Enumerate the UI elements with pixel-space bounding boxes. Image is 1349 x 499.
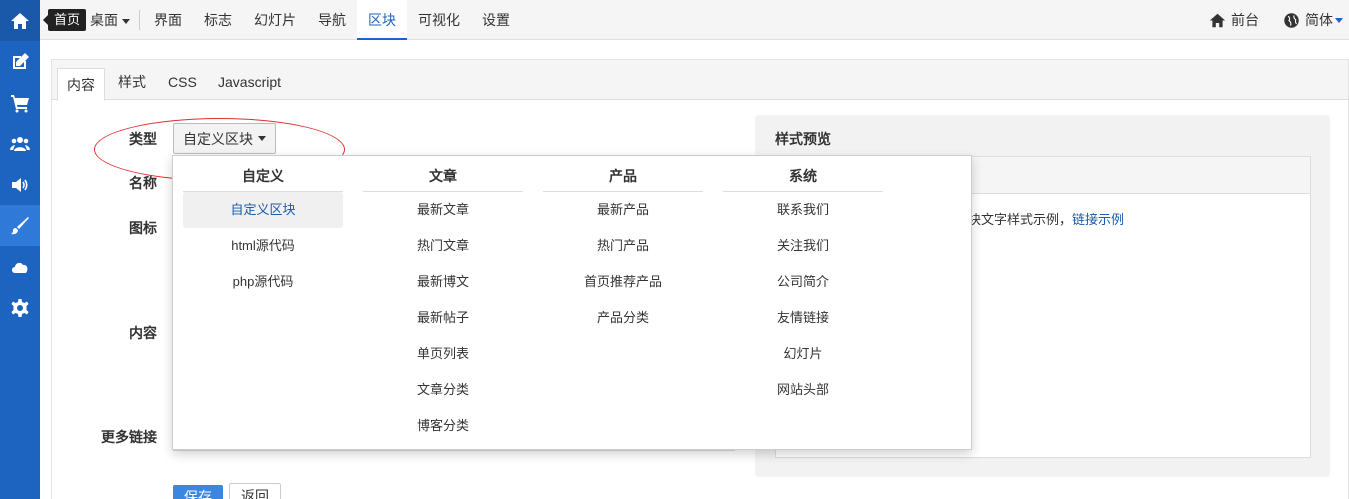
dropdown-item[interactable]: 首页推荐产品	[543, 264, 703, 300]
front-label: 前台	[1231, 12, 1259, 28]
dropdown-column-articles: 文章 最新文章 热门文章 最新博文 最新帖子 单页列表 文章分类 博客分类	[363, 156, 523, 444]
chevron-down-icon	[122, 18, 130, 24]
desktop-label: 桌面	[90, 12, 118, 28]
icon-label: 图标	[129, 220, 157, 236]
dropdown-item[interactable]: 最新博文	[363, 264, 523, 300]
sidebar-cloud[interactable]	[0, 246, 40, 287]
sidebar-edit[interactable]	[0, 41, 40, 82]
dropdown-item[interactable]: 最新文章	[363, 192, 523, 228]
nav-navigation[interactable]: 导航	[307, 0, 357, 40]
preview-sample-text: 块文字样式示例，	[968, 212, 1073, 227]
back-button[interactable]: 返回	[229, 483, 281, 499]
nav-visual[interactable]: 可视化	[407, 0, 471, 40]
preview-sample-link[interactable]: 链接示例	[1072, 212, 1124, 227]
sidebar-shop[interactable]	[0, 82, 40, 123]
nav-blocks[interactable]: 区块	[357, 0, 407, 40]
sidebar-design[interactable]	[0, 205, 40, 246]
more-links-label: 更多链接	[101, 429, 157, 445]
block-type-dropdown: 自定义 自定义区块 html源代码 php源代码 文章 最新文章 热门文章 最新…	[172, 155, 972, 450]
home-icon	[1209, 13, 1226, 27]
edit-icon	[13, 52, 29, 69]
users-icon	[10, 136, 30, 151]
dropdown-item-php-source[interactable]: php源代码	[183, 264, 343, 300]
sidebar-settings[interactable]	[0, 287, 40, 328]
nav-settings[interactable]: 设置	[471, 0, 521, 40]
dropdown-item-html-source[interactable]: html源代码	[183, 228, 343, 264]
sidebar	[0, 0, 40, 499]
save-button[interactable]: 保存	[173, 485, 223, 499]
tabs-bar: 内容 样式 CSS Javascript	[52, 60, 1348, 101]
globe-icon	[1284, 12, 1299, 28]
dropdown-column-header: 产品	[543, 156, 703, 192]
dropdown-item[interactable]: 友情链接	[723, 300, 883, 336]
dropdown-item[interactable]: 联系我们	[723, 192, 883, 228]
main-nav: 界面 标志 幻灯片 导航 区块 可视化 设置	[143, 0, 521, 40]
dropdown-item[interactable]: 幻灯片	[723, 336, 883, 372]
nav-slides[interactable]: 幻灯片	[243, 0, 307, 40]
language-label: 简体	[1305, 12, 1333, 28]
divider	[139, 10, 140, 30]
gear-icon	[11, 298, 29, 317]
dropdown-item[interactable]: 单页列表	[363, 336, 523, 372]
content-label: 内容	[129, 325, 157, 341]
broadcast-icon	[12, 177, 28, 192]
name-label: 名称	[129, 175, 157, 191]
home-tooltip: 首页	[42, 9, 87, 31]
nav-logo[interactable]: 标志	[193, 0, 243, 40]
nav-interface[interactable]: 界面	[143, 0, 193, 40]
tab-style[interactable]: 样式	[112, 69, 152, 100]
dropdown-item[interactable]: 最新帖子	[363, 300, 523, 336]
dropdown-column-custom: 自定义 自定义区块 html源代码 php源代码	[183, 156, 343, 300]
chevron-down-icon	[1335, 17, 1343, 23]
dropdown-item[interactable]: 热门产品	[543, 228, 703, 264]
dropdown-item[interactable]: 关注我们	[723, 228, 883, 264]
home-icon	[11, 12, 29, 29]
top-right-links: 前台 简体	[1209, 0, 1349, 40]
desktop-menu[interactable]: 桌面	[90, 0, 130, 40]
language-switcher[interactable]: 简体	[1283, 10, 1343, 30]
preview-text: 块文字样式示例，链接示例	[968, 209, 1124, 228]
top-navbar: 桌面 界面 标志 幻灯片 导航 区块 可视化 设置 前台 简体	[40, 0, 1349, 40]
cart-icon	[11, 94, 29, 112]
dropdown-item[interactable]: 热门文章	[363, 228, 523, 264]
cloud-icon	[12, 262, 28, 273]
dropdown-item[interactable]: 文章分类	[363, 372, 523, 408]
preview-title: 样式预览	[775, 131, 831, 147]
dropdown-item-custom-block[interactable]: 自定义区块	[183, 192, 343, 228]
dropdown-item[interactable]: 最新产品	[543, 192, 703, 228]
tab-javascript[interactable]: Javascript	[212, 69, 287, 100]
front-link[interactable]: 前台	[1209, 10, 1259, 30]
dropdown-column-header: 自定义	[183, 156, 343, 192]
sidebar-users[interactable]	[0, 123, 40, 164]
sidebar-home[interactable]	[0, 0, 40, 41]
tab-content[interactable]: 内容	[57, 68, 105, 101]
dropdown-item[interactable]: 博客分类	[363, 408, 523, 444]
dropdown-column-header: 系统	[723, 156, 883, 192]
dropdown-item[interactable]: 公司简介	[723, 264, 883, 300]
dropdown-column-system: 系统 联系我们 关注我们 公司简介 友情链接 幻灯片 网站头部	[723, 156, 883, 408]
dropdown-column-products: 产品 最新产品 热门产品 首页推荐产品 产品分类	[543, 156, 703, 336]
dropdown-column-header: 文章	[363, 156, 523, 192]
tab-css[interactable]: CSS	[162, 69, 203, 100]
brush-icon	[11, 216, 29, 234]
dropdown-item[interactable]: 网站头部	[723, 372, 883, 408]
sidebar-broadcast[interactable]	[0, 164, 40, 205]
dropdown-item[interactable]: 产品分类	[543, 300, 703, 336]
